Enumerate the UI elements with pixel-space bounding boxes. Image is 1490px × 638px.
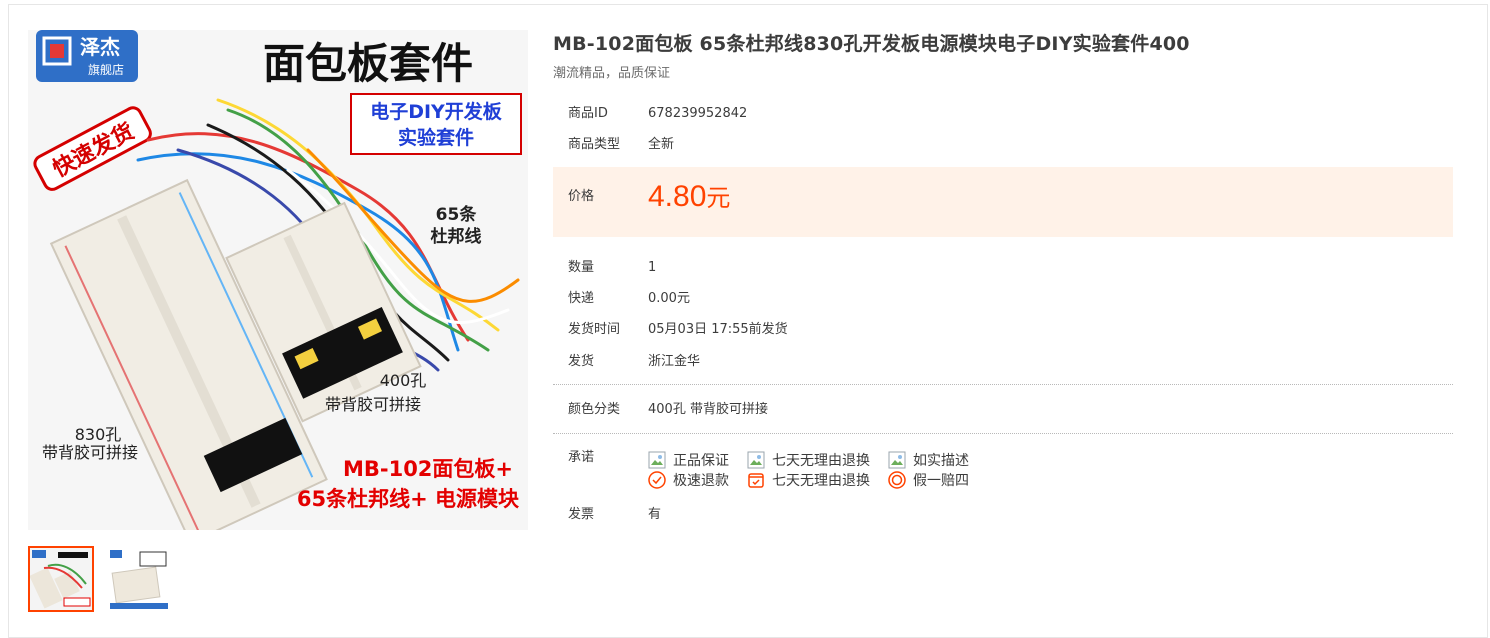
promise-label-4: 极速退款 (673, 473, 729, 489)
product-subtitle: 潮流精品，品质保证 (553, 66, 671, 81)
image-placeholder-icon (747, 451, 765, 469)
promise-label-5: 七天无理由退换 (772, 473, 870, 489)
origin-value: 浙江金华 (648, 354, 701, 369)
color-option[interactable]: 400孔 带背胶可拼接 (648, 400, 768, 420)
promise-list: 正品保证 七天无理由退换 如实描述 极速退款 七天无理由退换 假一赔四 (648, 450, 1048, 490)
price-amount: 4.80 (648, 180, 707, 213)
shipping-value: 0.00元 (648, 291, 690, 306)
origin-label: 发货 (568, 354, 595, 369)
price-box: 价格 4.80元 (553, 167, 1453, 237)
badge-circle-icon (888, 471, 906, 489)
promise-label: 承诺 (568, 450, 595, 465)
image-headline: 面包板套件 (263, 39, 473, 88)
big-board-label-1: 830孔 (75, 425, 122, 444)
quantity-label: 数量 (568, 260, 595, 275)
promise-fake-pay-four[interactable]: 假一赔四 (888, 470, 969, 490)
image-subheadline-1: 电子DIY开发板 (370, 100, 503, 123)
color-label: 颜色分类 (568, 402, 621, 417)
product-type-row: 商品类型 全新 (568, 135, 674, 155)
promise-seven-day-return-2[interactable]: 七天无理由退换 (747, 470, 870, 490)
promise-genuine[interactable]: 正品保证 (648, 450, 729, 470)
promise-label-2: 七天无理由退换 (772, 453, 870, 469)
small-board-label-2: 带背胶可拼接 (325, 395, 421, 414)
thumbnail-2[interactable] (106, 546, 172, 612)
image-subheadline-2: 实验套件 (398, 126, 474, 149)
product-id-row: 商品ID 678239952842 (568, 104, 747, 124)
product-id-value: 678239952842 (648, 106, 748, 121)
image-footer-1: MB-102面包板+ (343, 457, 513, 481)
image-placeholder-icon (888, 451, 906, 469)
brand-name: 泽杰 (80, 35, 120, 59)
promise-fast-refund[interactable]: 极速退款 (648, 470, 729, 490)
thumbnail-1[interactable] (28, 546, 94, 612)
big-board-label-2: 带背胶可拼接 (42, 443, 138, 462)
invoice-label: 发票 (568, 507, 595, 522)
product-info: MB-102面包板 65条杜邦线830孔开发板电源模块电子DIY实验套件400 … (553, 30, 1453, 522)
shipping-row: 快递 0.00元 (568, 289, 690, 309)
promise-label-1: 正品保证 (673, 453, 729, 469)
promise-label-3: 如实描述 (913, 453, 969, 469)
price-label: 价格 (568, 189, 595, 204)
quantity-value[interactable]: 1 (648, 258, 656, 278)
invoice-value: 有 (648, 507, 662, 522)
promise-as-described[interactable]: 如实描述 (888, 450, 969, 470)
small-board-label-1: 400孔 (380, 371, 427, 390)
brand-store: 旗舰店 (88, 62, 124, 77)
ship-time-label: 发货时间 (568, 322, 621, 337)
shipping-label: 快递 (568, 291, 595, 306)
ship-time-row: 发货时间 05月03日 17:55前发货 (568, 320, 788, 340)
quantity-row: 数量 1 (568, 258, 656, 278)
thumbnail-strip (28, 546, 172, 612)
invoice-row: 发票 有 (568, 505, 661, 525)
color-row: 颜色分类 400孔 带背胶可拼接 (568, 400, 768, 420)
product-title: MB-102面包板 65条杜邦线830孔开发板电源模块电子DIY实验套件400 (553, 33, 1190, 55)
check-circle-icon (648, 471, 666, 489)
image-footer-2: 65条杜邦线+ 电源模块 (297, 487, 520, 511)
product-type-label: 商品类型 (568, 137, 621, 152)
origin-row: 发货 浙江金华 (568, 352, 700, 372)
product-id-label: 商品ID (568, 106, 608, 121)
promise-row: 承诺 正品保证 七天无理由退换 如实描述 极速退款 七天无理由退换 假一赔四 (568, 448, 1048, 490)
promise-seven-day-return[interactable]: 七天无理由退换 (747, 450, 870, 470)
price-unit: 元 (706, 185, 731, 212)
wire-label-2: 杜邦线 (431, 226, 482, 247)
ship-time-value: 05月03日 17:55前发货 (648, 322, 788, 337)
divider-2 (553, 433, 1453, 434)
breadboard-kit-illustration: 泽杰 旗舰店 面包板套件 电子DIY开发板 实验套件 快速发货 65条 杜邦线 (28, 30, 528, 530)
wire-label-1: 65条 (436, 204, 478, 225)
image-placeholder-icon (648, 451, 666, 469)
calendar-check-icon (748, 473, 764, 488)
main-product-image[interactable]: 泽杰 旗舰店 面包板套件 电子DIY开发板 实验套件 快速发货 65条 杜邦线 (28, 30, 528, 530)
product-type-value: 全新 (648, 137, 675, 152)
divider-1 (553, 384, 1453, 385)
promise-label-6: 假一赔四 (913, 473, 969, 489)
price-value: 4.80元 (648, 177, 730, 219)
